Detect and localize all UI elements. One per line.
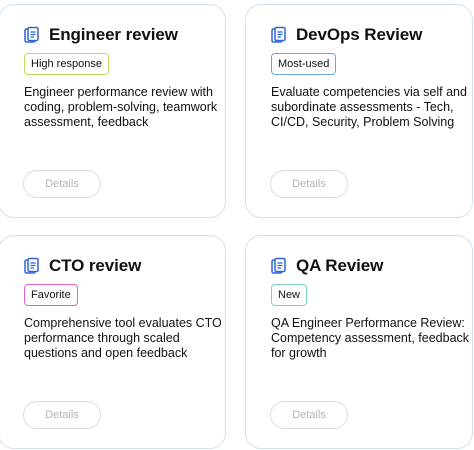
template-card-qa-review[interactable]: QA Review New QA Engineer Performance Re…	[245, 235, 473, 449]
card-description: Engineer performance review with coding,…	[24, 85, 218, 129]
card-description: Evaluate competencies via self and subor…	[271, 85, 467, 129]
card-header: QA Review	[270, 256, 383, 276]
document-icon	[270, 26, 288, 44]
card-title: DevOps Review	[296, 25, 423, 44]
template-card-devops-review[interactable]: DevOps Review Most-used Evaluate compete…	[245, 4, 473, 218]
details-button[interactable]: Details	[23, 401, 101, 429]
card-header: DevOps Review	[270, 25, 422, 45]
template-card-cto-review[interactable]: CTO review Favorite Comprehensive tool e…	[0, 235, 226, 449]
document-icon	[270, 257, 288, 275]
details-button[interactable]: Details	[23, 170, 101, 198]
document-icon	[23, 26, 41, 44]
template-card-engineer-review[interactable]: Engineer review High response Engineer p…	[0, 4, 226, 218]
card-header: CTO review	[23, 256, 141, 276]
status-badge: Favorite	[24, 284, 78, 306]
card-description: QA Engineer Performance Review: Competen…	[271, 316, 470, 360]
card-title: QA Review	[296, 256, 384, 275]
card-header: Engineer review	[23, 25, 178, 45]
card-title: Engineer review	[49, 25, 178, 44]
status-badge: New	[271, 284, 308, 306]
status-badge: High response	[24, 53, 109, 75]
card-title: CTO review	[49, 256, 142, 275]
details-button[interactable]: Details	[270, 401, 348, 429]
card-description: Comprehensive tool evaluates CTO perform…	[24, 316, 222, 360]
document-icon	[23, 257, 41, 275]
status-badge: Most-used	[271, 53, 337, 75]
details-button[interactable]: Details	[270, 170, 348, 198]
